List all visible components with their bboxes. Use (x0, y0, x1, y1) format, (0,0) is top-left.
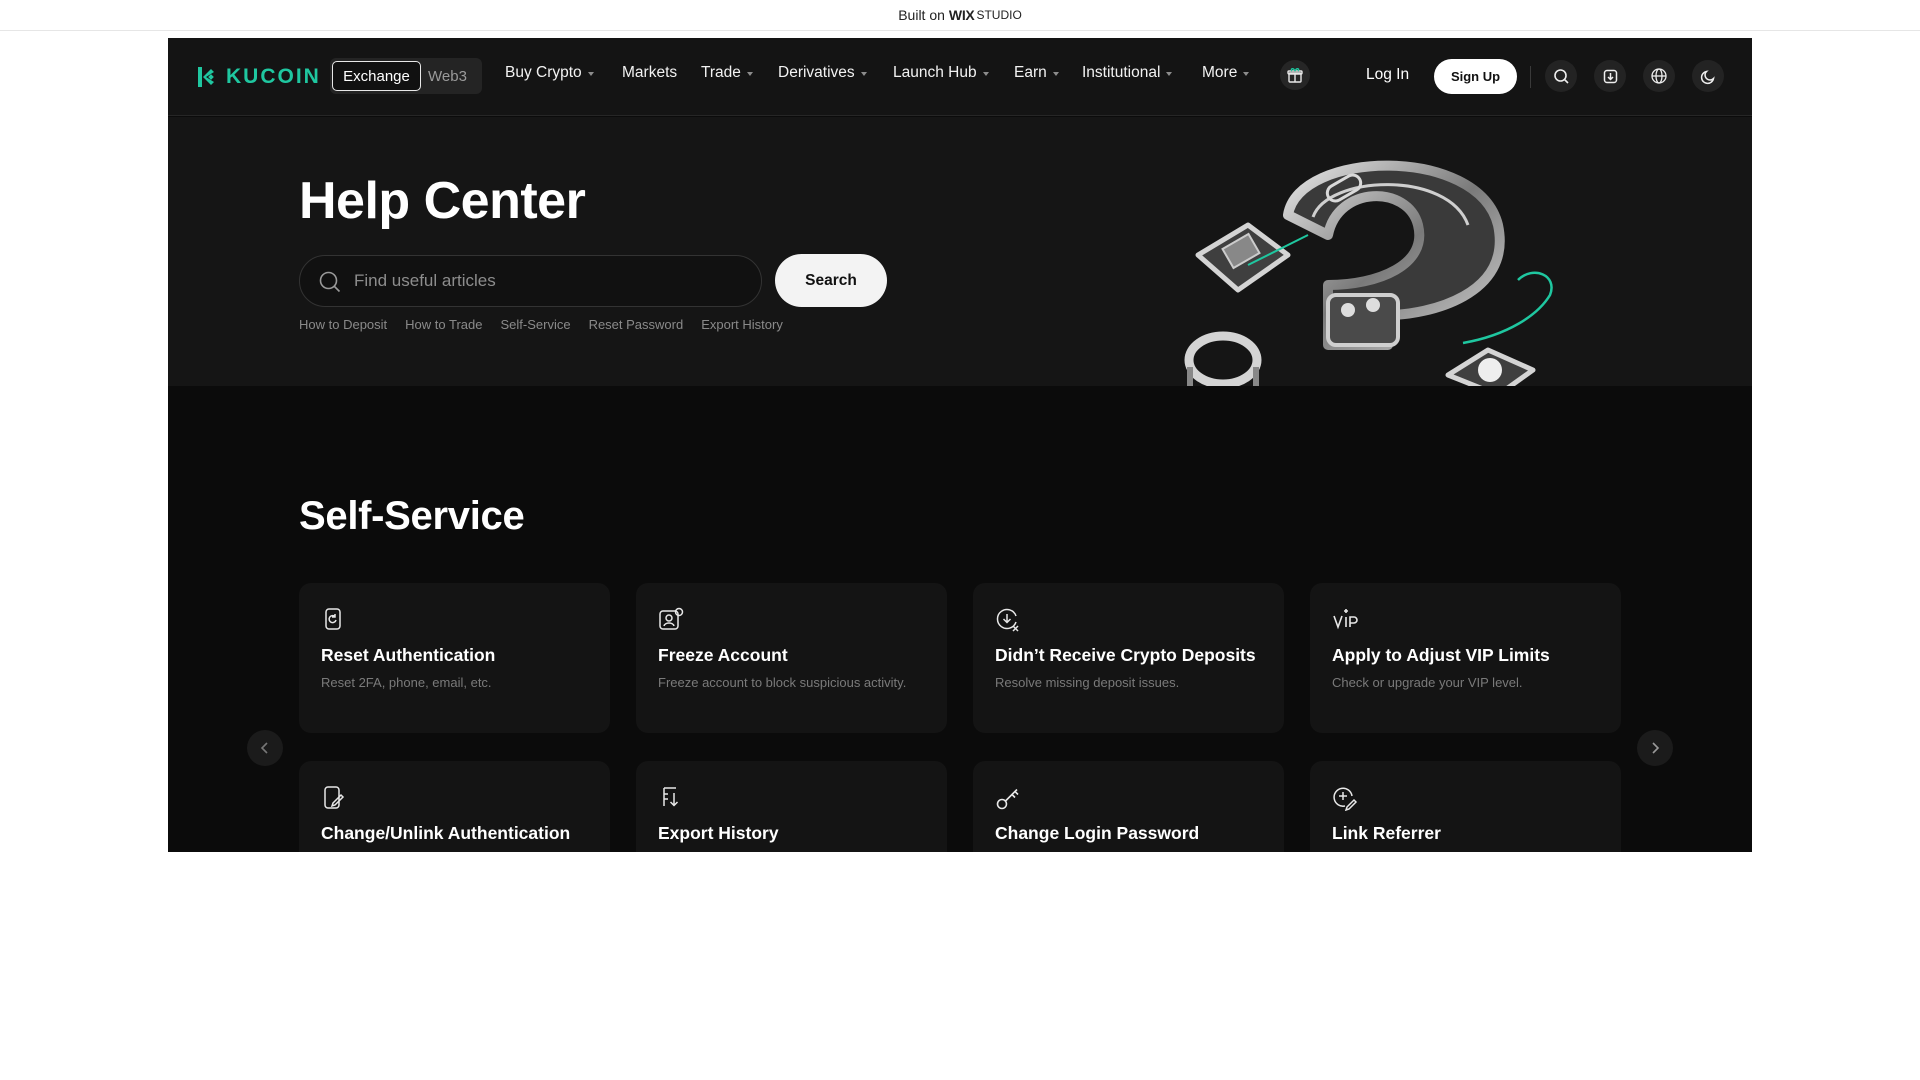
question-mark-illustration (1184, 160, 1553, 386)
self-service-card[interactable]: Didn’t Receive Crypto Deposits Resolve m… (973, 583, 1284, 733)
menu-more[interactable]: More (1202, 64, 1250, 82)
gift-button[interactable] (1280, 60, 1310, 90)
deposit-missing-icon (996, 608, 1019, 632)
menu-trade[interactable]: Trade (701, 64, 753, 82)
menu-label: Markets (622, 64, 678, 81)
menu-derivatives[interactable]: Derivatives (778, 64, 867, 82)
search-placeholder: Find useful articles (354, 271, 496, 290)
wix-banner-prefix: Built on (898, 7, 945, 23)
self-service-card[interactable]: Apply to Adjust VIP Limits Check or upgr… (1310, 583, 1621, 733)
search-button[interactable] (1545, 60, 1577, 92)
menu-institutional[interactable]: Institutional (1082, 64, 1173, 82)
moon-icon (1700, 69, 1715, 84)
self-service-card[interactable]: Change/Unlink Authentication (299, 761, 610, 852)
chevron-right-icon (1652, 742, 1660, 754)
chevron-down-icon (1166, 72, 1173, 76)
link-referrer-icon (1333, 787, 1358, 811)
chevron-down-icon (1052, 72, 1059, 76)
self-service-card[interactable]: Reset Authentication Reset 2FA, phone, e… (299, 583, 610, 733)
language-button[interactable] (1643, 60, 1675, 92)
signup-button[interactable]: Sign Up (1434, 59, 1517, 94)
menu-label: Derivatives (778, 64, 855, 81)
exchange-web3-switch: Exchange Web3 (330, 58, 482, 94)
section-title: Self-Service (299, 494, 525, 538)
chevron-down-icon (587, 72, 594, 76)
card-description: Reset 2FA, phone, email, etc. (321, 675, 492, 690)
key-icon (996, 788, 1019, 810)
theme-toggle[interactable] (1692, 60, 1724, 92)
menu-label: Institutional (1082, 64, 1161, 81)
search-icon (319, 271, 341, 293)
card-title: Change/Unlink Authentication (321, 823, 571, 843)
nav-divider (1530, 66, 1531, 88)
quick-link[interactable]: Export History (701, 317, 783, 332)
help-center-hero: Help Center Find useful articles Search … (168, 117, 1752, 386)
card-title: Export History (658, 823, 779, 843)
card-title: Freeze Account (658, 645, 788, 665)
card-description: Check or upgrade your VIP level. (1332, 675, 1523, 690)
card-title: Apply to Adjust VIP Limits (1332, 645, 1550, 665)
unlink-auth-icon (324, 786, 345, 809)
search-input[interactable]: Find useful articles (299, 255, 762, 307)
menu-launch-hub[interactable]: Launch Hub (893, 64, 989, 82)
wix-studio-banner[interactable]: Built on WIX STUDIO (0, 0, 1920, 31)
page-title: Help Center (299, 172, 586, 230)
card-description: Resolve missing deposit issues. (995, 675, 1180, 690)
quick-link[interactable]: Reset Password (589, 317, 684, 332)
self-service-card[interactable]: Freeze Account Freeze account to block s… (636, 583, 947, 733)
card-title: Reset Authentication (321, 645, 496, 665)
menu-label: Earn (1014, 64, 1047, 81)
menu-buy-crypto[interactable]: Buy Crypto (505, 64, 594, 82)
menu-earn[interactable]: Earn (1014, 64, 1059, 82)
menu-label: Launch Hub (893, 64, 977, 81)
card-description: Freeze account to block suspicious activ… (658, 675, 907, 690)
quick-link[interactable]: Self-Service (500, 317, 570, 332)
wix-studio-label: STUDIO (976, 8, 1022, 22)
carousel-prev-button[interactable] (247, 730, 283, 766)
search-icon (1553, 68, 1569, 84)
menu-label: Buy Crypto (505, 64, 582, 81)
self-service-card[interactable]: Change Login Password (973, 761, 1284, 852)
tab-web3[interactable]: Web3 (428, 61, 467, 91)
kucoin-site: KUCOIN Exchange Web3 Buy Crypto Markets … (168, 38, 1752, 852)
menu-label: Trade (701, 64, 741, 81)
phone-reset-icon (325, 608, 341, 630)
top-navigation: KUCOIN Exchange Web3 Buy Crypto Markets … (168, 38, 1752, 116)
chevron-down-icon (860, 72, 867, 76)
self-service-card[interactable]: Link Referrer (1310, 761, 1621, 852)
search-button[interactable]: Search (775, 254, 887, 307)
vip-icon (1333, 609, 1358, 630)
quick-link[interactable]: How to Deposit (299, 317, 387, 332)
quick-links: How to Deposit How to Trade Self-Service… (299, 317, 783, 332)
kucoin-logo-icon (198, 67, 214, 87)
download-button[interactable] (1594, 60, 1626, 92)
chevron-down-icon (982, 72, 989, 76)
quick-link[interactable]: How to Trade (405, 317, 482, 332)
export-history-icon (663, 787, 679, 807)
gift-icon (1287, 68, 1303, 83)
download-icon (1603, 69, 1617, 83)
globe-icon (1651, 68, 1667, 84)
card-title: Didn’t Receive Crypto Deposits (995, 645, 1256, 665)
card-title: Change Login Password (995, 823, 1200, 843)
self-service-card[interactable]: Export History (636, 761, 947, 852)
kucoin-logo[interactable]: KUCOIN (194, 64, 321, 90)
menu-markets[interactable]: Markets (622, 64, 677, 82)
kucoin-logo-text: KUCOIN (226, 65, 321, 88)
card-title: Link Referrer (1332, 823, 1441, 843)
login-link[interactable]: Log In (1366, 66, 1409, 84)
freeze-user-icon (659, 607, 684, 630)
chevron-down-icon (1243, 72, 1250, 76)
chevron-down-icon (746, 72, 753, 76)
wix-brand: WIX (948, 7, 975, 23)
chevron-left-icon (260, 742, 268, 754)
menu-label: More (1202, 64, 1238, 81)
tab-exchange[interactable]: Exchange (332, 61, 421, 91)
carousel-next-button[interactable] (1637, 730, 1673, 766)
